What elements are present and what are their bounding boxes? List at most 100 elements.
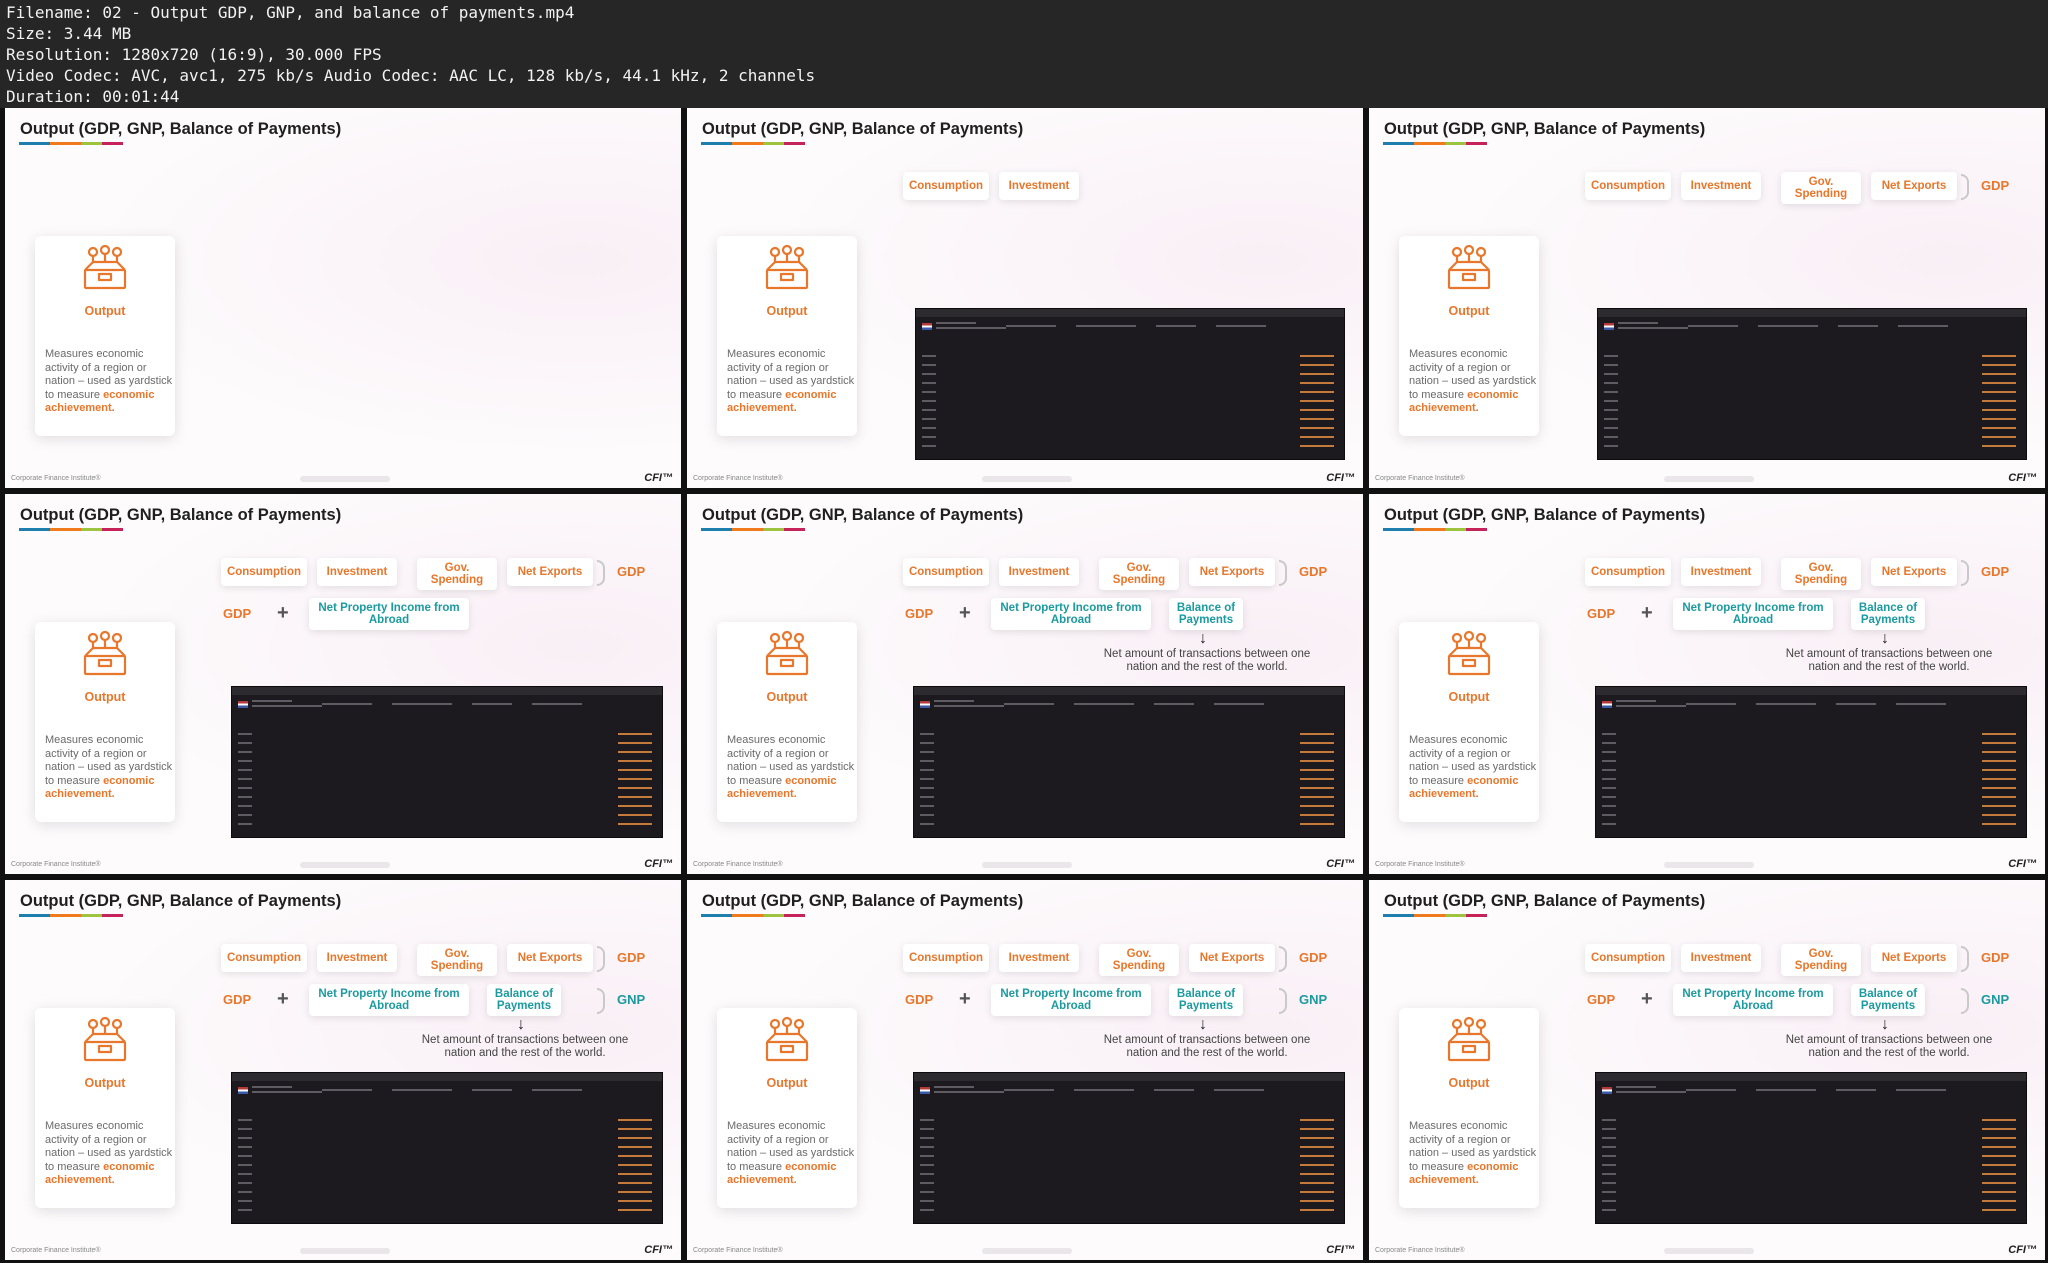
screenshot-row-label [922,373,936,375]
balance-of-payments-label: Balance of Payments [1176,988,1236,1012]
codec-text: Video Codec: AVC, avc1, 275 kb/s Audio C… [6,66,816,85]
balance-of-payments-note: Net amount of transactions between one n… [1785,648,1993,673]
net-property-income-chip: Net Property Income from Abroad [309,598,469,630]
screenshot-row-value [618,1173,652,1175]
consumption-chip: Consumption [903,944,989,972]
screenshot-row-value [1982,1119,2016,1121]
screenshot-row-label [920,787,934,789]
output-label: Output [766,690,808,704]
investment-label: Investment [1690,952,1752,964]
screenshot-row-label [1602,787,1616,789]
net-exports-chip: Net Exports [1189,558,1275,586]
factory-box-icon [765,1016,809,1062]
screenshot-row-label [1602,1119,1616,1121]
screenshot-row-value [1300,1119,1334,1121]
video-frame-thumbnail-7[interactable]: Output (GDP, GNP, Balance of Payments) O… [5,880,681,1260]
screenshot-row-label [1602,1155,1616,1157]
consumption-chip: Consumption [1585,944,1671,972]
screenshot-row-label [920,733,934,735]
factory-box-icon [83,1016,127,1062]
embedded-data-screenshot [915,308,1345,460]
screenshot-text-line [934,700,974,702]
screenshot-row-value [618,805,652,807]
screenshot-text-line [936,327,1006,329]
investment-label: Investment [326,952,388,964]
screenshot-row-label [238,1128,252,1130]
video-frame-thumbnail-1[interactable]: Output (GDP, GNP, Balance of Payments) O… [5,108,681,488]
us-flag-icon [920,701,930,708]
screenshot-row-value [1300,427,1334,429]
investment-chip: Investment [999,944,1079,972]
video-frame-thumbnail-6[interactable]: Output (GDP, GNP, Balance of Payments) O… [1369,494,2045,874]
file-name-text: Filename: 02 - Output GDP, GNP, and bala… [6,3,575,22]
screenshot-text-line [1838,325,1878,327]
screenshot-text-line [1004,703,1054,705]
slide-title: Output (GDP, GNP, Balance of Payments) [20,506,342,524]
screenshot-row-label [920,1155,934,1157]
screenshot-row-value [618,1155,652,1157]
title-underline [19,528,123,531]
video-frame-thumbnail-4[interactable]: Output (GDP, GNP, Balance of Payments) O… [5,494,681,874]
gdp-brace [597,946,605,972]
balance-of-payments-chip: Balance of Payments [1169,984,1243,1016]
net-exports-label: Net Exports [1199,952,1265,964]
screenshot-row-label [1602,805,1616,807]
screenshot-row-label [238,1182,252,1184]
gdp-term-label: GDP [1587,992,1616,1007]
cfi-logo: CFI™ [644,858,673,870]
video-frame-thumbnail-2[interactable]: Output (GDP, GNP, Balance of Payments) O… [687,108,1363,488]
factory-box-icon [1447,1016,1491,1062]
screenshot-row-value [1300,391,1334,393]
screenshot-text-line [1074,703,1134,705]
gov-spending-label: Gov. Spending [1794,948,1848,972]
factory-box-icon [1447,630,1491,676]
slide-title: Output (GDP, GNP, Balance of Payments) [1384,506,1706,524]
cfi-logo: CFI™ [2008,472,2037,484]
video-frame-thumbnail-3[interactable]: Output (GDP, GNP, Balance of Payments) O… [1369,108,2045,488]
screenshot-text-line [1154,703,1194,705]
us-flag-icon [238,1087,248,1094]
screenshot-row-value [618,1200,652,1202]
duration-text: Duration: 00:01:44 [6,87,180,106]
video-frame-thumbnail-5[interactable]: Output (GDP, GNP, Balance of Payments) O… [687,494,1363,874]
output-label: Output [766,1076,808,1090]
screenshot-row-value [1982,751,2016,753]
screenshot-text-line [1154,1089,1194,1091]
screenshot-text-line [1216,325,1266,327]
screenshot-row-value [1300,805,1334,807]
balance-of-payments-label: Balance of Payments [494,988,554,1012]
screenshot-row-label [920,823,934,825]
net-property-income-chip: Net Property Income from Abroad [991,984,1151,1016]
screenshot-toolbar [1596,1073,2026,1081]
screenshot-row-label [238,742,252,744]
video-frame-thumbnail-8[interactable]: Output (GDP, GNP, Balance of Payments) O… [687,880,1363,1260]
screenshot-row-value [1982,373,2016,375]
screenshot-row-value [1300,742,1334,744]
video-frame-thumbnail-9[interactable]: Output (GDP, GNP, Balance of Payments) O… [1369,880,2045,1260]
cfi-logo: CFI™ [2008,858,2037,870]
screenshot-row-label [1604,355,1618,357]
footer-watermark [1664,476,1754,482]
output-description: Measures economic activity of a region o… [1409,734,1539,802]
screenshot-row-value [618,823,652,825]
screenshot-row-label [920,751,934,753]
screenshot-row-value [618,751,652,753]
footer-watermark [1664,1248,1754,1254]
gov-spending-label: Gov. Spending [1794,176,1848,200]
embedded-data-screenshot [231,686,663,838]
screenshot-row-label [1604,409,1618,411]
output-label: Output [1448,304,1490,318]
consumption-label: Consumption [1590,180,1666,192]
slide-title: Output (GDP, GNP, Balance of Payments) [1384,892,1706,910]
screenshot-text-line [472,1089,512,1091]
gov-spending-chip: Gov. Spending [417,558,497,590]
us-flag-icon [238,701,248,708]
screenshot-text-line [322,1089,372,1091]
investment-label: Investment [1008,180,1070,192]
screenshot-row-value [1300,823,1334,825]
output-description: Measures economic activity of a region o… [45,734,175,802]
screenshot-row-label [1602,1200,1616,1202]
screenshot-row-label [922,382,936,384]
screenshot-row-label [920,1173,934,1175]
title-underline [1383,914,1487,917]
